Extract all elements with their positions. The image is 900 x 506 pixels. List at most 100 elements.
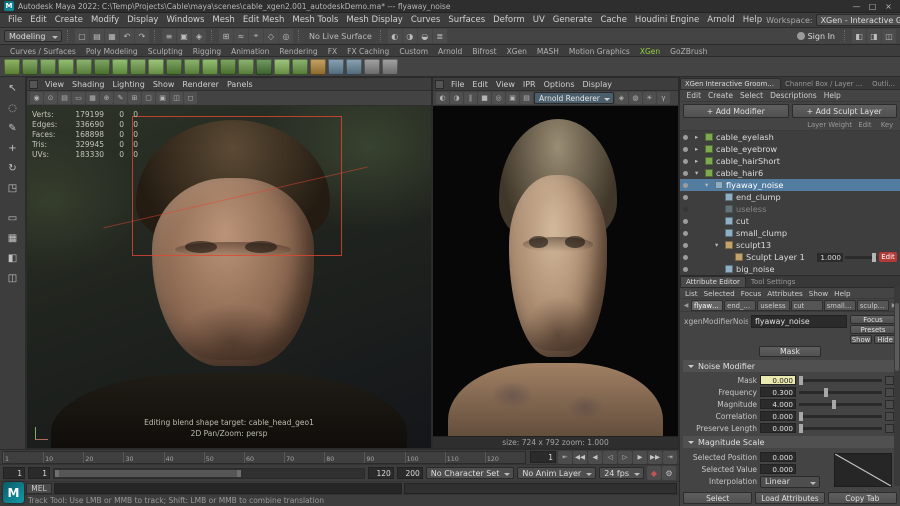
main-menu-12[interactable]: Deform [489,15,529,25]
grab-brush-icon[interactable] [292,58,308,75]
cable_eyebrow[interactable]: ▸ cable_eyebrow [680,143,900,155]
scale-tool[interactable]: ◳ [3,179,23,198]
command-input[interactable] [54,482,402,494]
cable_hairShort[interactable]: ▸ cable_hairShort [680,155,900,167]
visibility-dot-icon[interactable] [680,159,691,164]
attribute-editor-node-tab[interactable]: useless [757,299,790,311]
main-menu-8[interactable]: Mesh Tools [288,15,342,25]
play-backwards-button[interactable]: ◁ [603,450,617,464]
lock-camera-icon[interactable]: ⊙ [44,92,57,104]
keep-image-icon[interactable]: ▣ [506,92,519,104]
main-menu-11[interactable]: Surfaces [444,15,489,25]
tab[interactable]: Custom [395,47,432,56]
make-live-icon[interactable]: ◎ [279,29,293,43]
viewport-menus-5[interactable]: Panels [223,80,257,89]
render-settings-icon[interactable]: ≣ [432,29,447,43]
frame-ruler-1[interactable]: 10 [43,451,83,463]
attribute-value-field[interactable]: 0.300 [760,387,796,397]
render-image[interactable] [433,106,678,436]
main-menu-13[interactable]: UV [529,15,549,25]
isolate-select-icon[interactable]: ◻ [184,92,197,104]
visibility-dot-icon[interactable] [680,183,691,188]
attribute-editor-menu-bar-2[interactable]: Focus [738,289,765,298]
attribute-value-field[interactable]: 0.000 [760,375,796,385]
expand-icon[interactable]: ▸ [695,145,702,153]
main-menu-6[interactable]: Mesh [208,15,238,25]
snapshot-icon[interactable]: ◎ [492,92,505,104]
frame-ruler-7[interactable]: 70 [284,451,324,463]
main-menu-7[interactable]: Edit Mesh [239,15,289,25]
render-view-menus-4[interactable]: Options [540,80,579,89]
show-button[interactable]: Show [850,335,872,344]
single-pane-layout[interactable]: ▭ [3,209,23,228]
groom-editor-menu-bar-4[interactable]: Help [820,91,844,100]
magnitude-scale-section-header[interactable]: Magnitude Scale [683,436,897,448]
attribute-value-field[interactable]: 4.000 [760,399,796,409]
sculpt-layer-tool-icon[interactable] [310,58,326,75]
main-menu-17[interactable]: Arnold [703,15,739,25]
stop-render-icon[interactable]: ■ [478,92,491,104]
select-hierarchy-icon[interactable]: ≡ [162,29,176,43]
cable_hair6[interactable]: ▾ cable_hair6 [680,167,900,179]
rgb-channels-icon[interactable]: ◈ [614,92,628,104]
divider[interactable] [211,30,214,42]
viewport-menus-0[interactable]: View [41,80,68,89]
attribute-editor-footer-2[interactable]: Copy Tab [827,492,897,504]
exposure-icon[interactable]: ☀ [642,92,656,104]
flyaway_noise[interactable]: ▾ flyaway_noise [680,179,900,191]
render-view-menus-3[interactable]: IPR [519,80,540,89]
focus-button[interactable]: Focus [850,315,896,324]
frame-ruler-5[interactable]: 50 [203,451,244,463]
main-menu-4[interactable]: Display [123,15,162,25]
tab[interactable]: Motion Graphics [565,47,634,56]
command-language-toggle[interactable]: MEL [26,482,52,494]
presets-button[interactable]: Presets [850,325,896,334]
smooth-brush-icon[interactable] [184,58,200,75]
attribute-editor-footer-1[interactable]: Load Attributes [755,492,825,504]
live-surface-label[interactable]: No Live Surface [306,32,375,41]
frame-ruler-8[interactable]: 80 [324,451,364,463]
attribute-value-field[interactable]: 0.000 [760,423,796,433]
range-slider[interactable] [53,467,365,479]
main-menu-1[interactable]: Edit [26,15,50,25]
tab[interactable]: XGen [503,47,531,56]
maximize-button[interactable]: □ [865,2,880,11]
tab[interactable]: MASH [533,47,563,56]
attribute-editor-node-tab[interactable]: sculpt13 [856,299,890,311]
lasso-tool[interactable]: ◌ [3,99,23,118]
snap-plane-icon[interactable]: ◇ [264,29,278,43]
map-connection-icon[interactable] [885,411,894,421]
interpolation-dropdown[interactable]: Linear [760,475,820,488]
attribute-slider[interactable] [799,399,882,409]
four-pane-layout[interactable]: ▦ [3,229,23,248]
noise-brush-icon[interactable] [148,58,164,75]
length-brush-icon[interactable] [58,58,74,75]
persp-outliner-layout[interactable]: ◧ [3,249,23,268]
visibility-dot-icon[interactable] [680,267,691,272]
clump-brush-icon[interactable] [112,58,128,75]
gamma-icon[interactable]: γ [656,92,670,104]
2d-pan-zoom-icon[interactable]: ⊕ [100,92,113,104]
divider[interactable] [379,30,383,42]
new-scene-icon[interactable]: ▢ [75,29,89,43]
snap-curve-icon[interactable]: ≈ [234,29,248,43]
create-interactive-groom-icon[interactable] [4,58,20,75]
anim-preferences-icon[interactable]: ⚙ [662,466,676,480]
coil-brush-icon[interactable] [130,58,146,75]
node-name-field[interactable]: flyaway_noise [751,315,847,328]
map-connection-icon[interactable] [885,375,894,385]
rotate-tool[interactable]: ↻ [3,159,23,178]
attribute-editor-menu-bar-3[interactable]: Attributes [764,289,805,298]
edit-layer-button[interactable]: Edit [879,252,897,262]
cable_eyelash[interactable]: ▸ cable_eyelash [680,131,900,143]
menu-set-dropdown[interactable]: Modeling [4,30,62,42]
tab[interactable]: Arnold [434,47,466,56]
scrollbar-thumb[interactable] [895,302,899,371]
attribute-value-field[interactable]: 0.000 [760,464,796,474]
add-sculpt-layer-button[interactable]: + Add Sculpt Layer [791,104,897,118]
minimize-button[interactable]: — [849,2,864,11]
map-connection-icon[interactable] [885,399,894,409]
tab[interactable]: Channel Box / Layer Editor [781,79,868,89]
film-gate-icon[interactable]: ▢ [142,92,155,104]
anim-layer-dropdown[interactable]: No Anim Layer [517,467,597,479]
